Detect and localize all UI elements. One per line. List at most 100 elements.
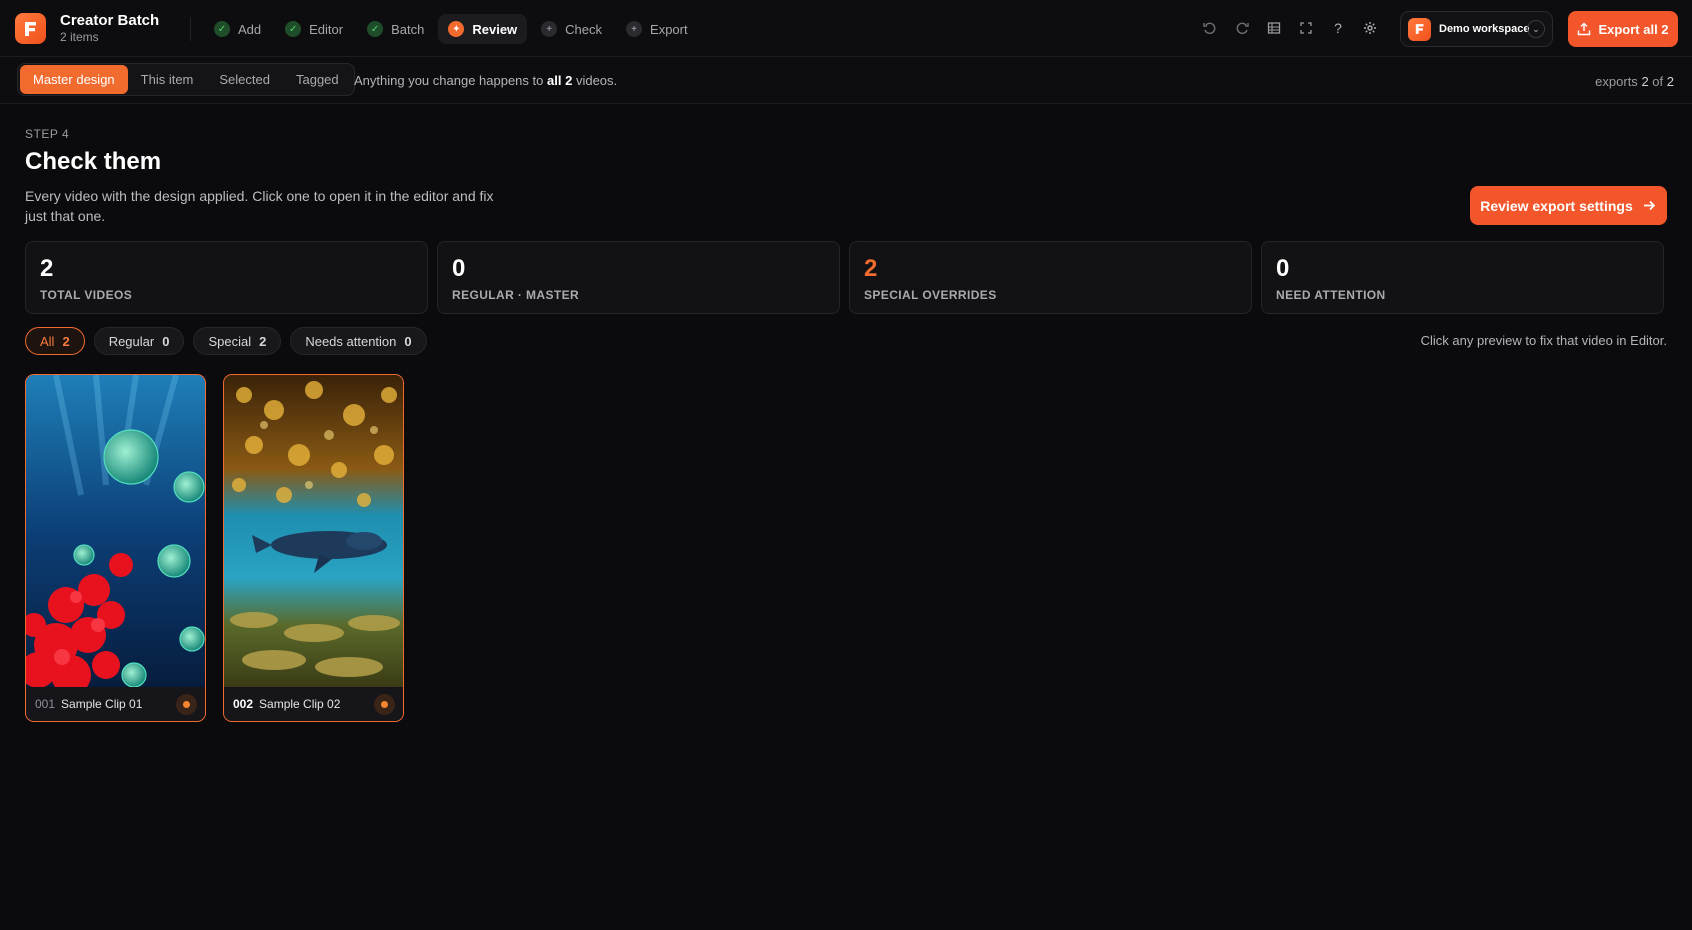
scope-tabs: Master design This item Selected Tagged [17, 63, 355, 96]
clip-name: Sample Clip 02 [259, 697, 341, 711]
scope-note-count: 2 [565, 73, 573, 88]
workspace-name: Demo workspace [1439, 23, 1530, 35]
stat-special-overrides: 2 SPECIAL OVERRIDES [849, 241, 1252, 314]
stat-value: 2 [40, 255, 54, 282]
step-editor[interactable]: ✓ Editor [275, 14, 353, 44]
filter-label: Regular [108, 333, 155, 349]
brand: Creator Batch 2 items [60, 12, 159, 45]
step-export[interactable]: + Export [616, 14, 698, 44]
step-label: Editor [309, 21, 344, 37]
clip-grid: 001 Sample Clip 01 002 Sample Clip 02 [25, 374, 404, 722]
exports-of: of [1652, 74, 1664, 89]
scope-note-suffix: videos. [575, 73, 618, 88]
plus-icon: + [541, 21, 558, 37]
divider [190, 17, 191, 41]
clip-card[interactable]: 002 Sample Clip 02 [223, 374, 404, 722]
filter-special[interactable]: Special 2 [193, 327, 282, 355]
stat-value: 2 [864, 255, 878, 282]
filter-regular[interactable]: Regular 0 [93, 327, 185, 355]
filter-chips: All 2 Regular 0 Special 2 Needs attentio… [25, 327, 427, 355]
filter-count: 0 [162, 333, 170, 349]
page-description: Every video with the design applied. Cli… [25, 188, 494, 224]
stat-value: 0 [452, 255, 466, 282]
scope-tab-tagged[interactable]: Tagged [283, 65, 352, 94]
step-check[interactable]: + Check [531, 14, 612, 44]
scope-tab-this-item[interactable]: This item [128, 65, 207, 94]
stat-label: NEED ATTENTION [1276, 288, 1386, 302]
page-title: Check them [25, 148, 162, 175]
clip-thumbnail[interactable] [224, 375, 403, 688]
step-label: STEP 4 [25, 127, 70, 141]
app-title: Creator Batch [60, 12, 160, 29]
exports-done: 2 [1641, 74, 1649, 89]
step-label: Check [565, 21, 603, 37]
filter-count: 2 [62, 333, 70, 349]
step-nav: ✓ Add ✓ Editor ✓ Batch ✦ Review + Check … [204, 14, 698, 44]
scope-tab-selected[interactable]: Selected [206, 65, 283, 94]
app-logo[interactable] [15, 13, 46, 44]
top-bar: Creator Batch 2 items ✓ Add ✓ Editor ✓ B… [0, 0, 1692, 57]
review-export-settings-button[interactable]: Review export settings [1470, 186, 1667, 225]
stat-label: REGULAR · MASTER [452, 288, 580, 302]
filter-count: 0 [404, 333, 412, 349]
chevron-down-icon[interactable]: ⌄ [1527, 20, 1545, 38]
step-add[interactable]: ✓ Add [204, 14, 271, 44]
undo-icon[interactable] [1200, 17, 1220, 39]
clip-footer: 002 Sample Clip 02 [224, 687, 403, 721]
step-label: Export [650, 21, 688, 37]
stat-label: SPECIAL OVERRIDES [864, 288, 997, 302]
stat-label: TOTAL VIDEOS [40, 288, 133, 302]
export-all-label: Export all 2 [1598, 21, 1669, 37]
step-batch[interactable]: ✓ Batch [357, 14, 434, 44]
clip-number: 001 [35, 697, 56, 711]
clip-name: Sample Clip 01 [61, 697, 143, 711]
ocean-microbes-image [26, 375, 205, 688]
stat-regular-master: 0 REGULAR · MASTER [437, 241, 840, 314]
stat-total-videos: 2 TOTAL VIDEOS [25, 241, 428, 314]
app-subtitle: 2 items [60, 30, 99, 44]
arrow-right-icon [1643, 200, 1655, 211]
filter-needs-attention[interactable]: Needs attention 0 [290, 327, 427, 355]
toolbar-icons: ? [1200, 17, 1380, 39]
override-badge-icon [374, 694, 395, 715]
workspace-switcher[interactable]: Demo workspace ⌄ [1400, 11, 1553, 47]
settings-icon[interactable] [1360, 17, 1380, 39]
upload-icon [1578, 22, 1591, 36]
step-label: Add [238, 21, 262, 37]
scope-bar: Master design This item Selected Tagged … [0, 57, 1692, 104]
clip-footer: 001 Sample Clip 01 [26, 687, 205, 721]
preview-hint: Click any preview to fix that video in E… [1420, 333, 1667, 348]
export-all-button[interactable]: Export all 2 [1568, 11, 1678, 47]
current-step-icon: ✦ [448, 21, 465, 37]
step-label: Batch [391, 21, 425, 37]
filter-label: Needs attention [305, 333, 397, 349]
stat-value: 0 [1276, 255, 1290, 282]
plus-icon: + [626, 21, 643, 37]
help-icon[interactable]: ? [1328, 17, 1348, 39]
stat-need-attention: 0 NEED ATTENTION [1261, 241, 1664, 314]
exports-prefix: exports [1595, 74, 1638, 89]
exports-total: 2 [1666, 74, 1674, 89]
filter-count: 2 [259, 333, 267, 349]
filter-label: All [40, 333, 55, 349]
override-badge-icon [176, 694, 197, 715]
step-label: Review [472, 21, 518, 37]
scope-note: Anything you change happens to all 2 vid… [354, 73, 617, 88]
clip-card[interactable]: 001 Sample Clip 01 [25, 374, 206, 722]
scope-note-prefix: Anything you change happens to [354, 73, 544, 88]
clip-thumbnail[interactable] [26, 375, 205, 688]
layout-icon[interactable] [1264, 17, 1284, 39]
filter-label: Special [208, 333, 252, 349]
check-icon: ✓ [285, 21, 302, 37]
scope-tab-master-design[interactable]: Master design [20, 65, 128, 94]
fullscreen-icon[interactable] [1296, 17, 1316, 39]
scope-note-all: all [547, 73, 562, 88]
check-icon: ✓ [367, 21, 384, 37]
clip-number: 002 [233, 697, 254, 711]
whale-reef-image [224, 375, 403, 688]
filter-all[interactable]: All 2 [25, 327, 85, 355]
step-review[interactable]: ✦ Review [438, 14, 528, 44]
check-icon: ✓ [214, 21, 230, 37]
logo-icon [24, 21, 36, 36]
redo-icon[interactable] [1232, 17, 1252, 39]
